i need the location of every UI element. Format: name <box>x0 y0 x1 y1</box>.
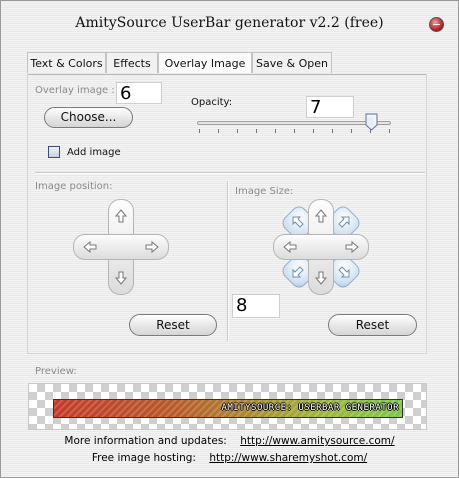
size-down-arrow-icon[interactable] <box>312 269 330 287</box>
slider-tick <box>332 129 333 133</box>
close-button[interactable] <box>429 17 444 32</box>
size-reset-button[interactable]: Reset <box>328 314 417 336</box>
grow-nw-arrow-icon <box>289 213 307 231</box>
image-size-label: Image Size: <box>235 186 294 197</box>
slider-tick <box>199 129 200 133</box>
divider-horizontal <box>35 172 425 173</box>
grow-ne-arrow-icon <box>335 213 353 231</box>
grow-se-arrow-icon <box>335 263 353 281</box>
slider-tick <box>237 129 238 133</box>
slider-tick <box>313 129 314 133</box>
slider-tick <box>218 129 219 133</box>
slider-tick <box>389 129 390 133</box>
footer-hosting-text: Free image hosting: <box>91 452 196 464</box>
size-dpad <box>273 199 369 295</box>
add-image-checkbox[interactable] <box>48 146 60 158</box>
footer-hosting-line: Free image hosting: http://www.sharemysh… <box>1 452 458 464</box>
position-dpad <box>73 199 169 295</box>
slider-tick <box>294 129 295 133</box>
userbar-preview-image: AMITYSOURCE: USERBAR GENERATOR <box>53 399 403 418</box>
opacity-slider-thumb[interactable] <box>365 113 378 131</box>
preview-label: Preview: <box>35 366 77 377</box>
preview-area: AMITYSOURCE: USERBAR GENERATOR <box>28 383 427 430</box>
grow-sw-arrow-icon <box>289 263 307 281</box>
footer-info-line: More information and updates: http://www… <box>1 435 458 447</box>
size-up-arrow-icon[interactable] <box>312 207 330 225</box>
userbar-text: AMITYSOURCE: USERBAR GENERATOR <box>221 403 399 413</box>
move-left-arrow-icon[interactable] <box>81 238 99 256</box>
title-bar[interactable]: AmitySource UserBar generator v2.2 (free… <box>1 1 458 45</box>
choose-button[interactable]: Choose... <box>44 107 133 128</box>
tab-save-open[interactable]: Save & Open <box>252 52 332 73</box>
opacity-slider[interactable] <box>197 121 391 125</box>
move-right-arrow-icon[interactable] <box>143 238 161 256</box>
tab-text-colors[interactable]: Text & Colors <box>27 52 106 73</box>
tab-overlay-image[interactable]: Overlay Image <box>158 52 252 73</box>
tab-effects[interactable]: Effects <box>106 52 158 73</box>
move-up-arrow-icon[interactable] <box>112 207 130 225</box>
image-position-label: Image position: <box>35 181 113 192</box>
size-left-arrow-icon[interactable] <box>281 238 299 256</box>
footer-info-text: More information and updates: <box>64 435 227 447</box>
opacity-label: Opacity: <box>191 97 233 108</box>
overlay-image-field[interactable]: 6 <box>116 82 162 104</box>
position-reset-button[interactable]: Reset <box>129 314 217 336</box>
amitysource-link[interactable]: http://www.amitysource.com/ <box>240 435 394 447</box>
move-down-arrow-icon[interactable] <box>112 269 130 287</box>
add-image-label: Add image <box>67 147 121 158</box>
opacity-field[interactable]: 7 <box>306 96 354 118</box>
slider-tick <box>256 129 257 133</box>
divider-vertical <box>227 181 228 341</box>
slider-tick <box>275 129 276 133</box>
window-title: AmitySource UserBar generator v2.2 (free… <box>75 15 384 31</box>
slider-tick <box>351 129 352 133</box>
app-window: AmitySource UserBar generator v2.2 (free… <box>0 0 459 478</box>
size-right-arrow-icon[interactable] <box>343 238 361 256</box>
tab-bar: Text & Colors Effects Overlay Image Save… <box>27 52 427 75</box>
image-size-field[interactable]: 8 <box>232 294 280 318</box>
sharemyshot-link[interactable]: http://www.sharemyshot.com/ <box>209 452 367 464</box>
overlay-image-label: Overlay image : <box>35 85 115 96</box>
